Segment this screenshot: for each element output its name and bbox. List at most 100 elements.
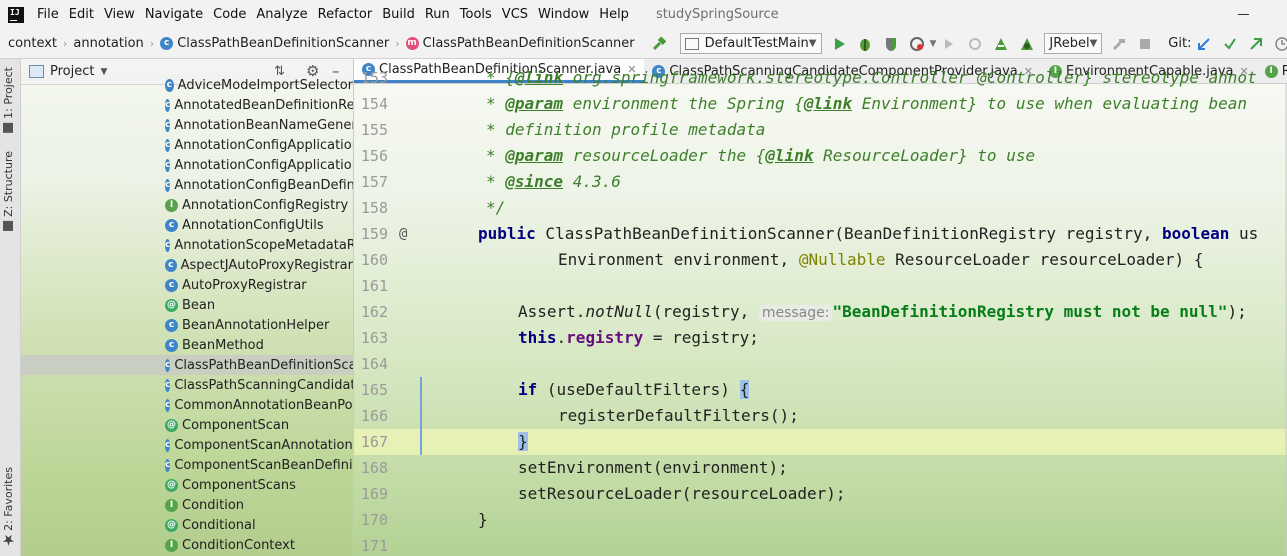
breadcrumb-item[interactable]: c ClassPathBeanDefinitionScanner	[158, 36, 391, 51]
tree-item[interactable]: I AnnotationConfigRegistry	[21, 195, 353, 215]
tool-tab-favorites[interactable]: 2: Favorites	[2, 467, 15, 546]
breadcrumb: context › annotation › c ClassPathBeanDefinit…	[6, 36, 637, 51]
stop-icon[interactable]	[1137, 36, 1153, 52]
tree-item[interactable]: @ ComponentScan	[21, 415, 353, 435]
tree-item[interactable]: c ClassPathScanningCandidateC	[21, 375, 353, 395]
code-token: "BeanDefinitionRegistry must not be null…	[832, 302, 1228, 321]
tree-item-label: AnnotationConfigApplicationC	[174, 137, 353, 153]
code-text: * @param environment the Spring {@link E…	[486, 91, 1247, 117]
class-icon: c	[165, 358, 171, 372]
menu-build[interactable]: Build	[377, 4, 420, 26]
menu-run[interactable]: Run	[420, 4, 455, 26]
tree-item[interactable]: I ConditionContext	[21, 535, 353, 555]
tree-item[interactable]: c AnnotationScopeMetadataRes	[21, 235, 353, 255]
line-number: 168	[360, 459, 388, 477]
menu-code[interactable]: Code	[208, 4, 251, 26]
profile-icon[interactable]	[909, 36, 925, 52]
class-icon: c	[165, 338, 178, 352]
jrebel-label: JRebel	[1049, 36, 1090, 51]
code-line: 156 * @param resourceLoader the {@link Re…	[354, 143, 1287, 169]
menu-refactor[interactable]: Refactor	[313, 4, 378, 26]
jrebel-debug-icon[interactable]	[1019, 36, 1035, 52]
line-number: 161	[360, 277, 388, 295]
line-number: 156	[360, 147, 388, 165]
menu-vcs[interactable]: VCS	[497, 4, 533, 26]
breadcrumb-item[interactable]: context	[6, 36, 59, 51]
code-text: Assert.notNull(registry, message: "BeanDe…	[518, 299, 1247, 326]
breadcrumb-item[interactable]: annotation	[71, 36, 145, 51]
menu-items: File Edit View Navigate Code Analyze Refactor B…	[32, 4, 634, 26]
minimize-button[interactable]	[1222, 0, 1266, 29]
line-number: 171	[360, 537, 388, 555]
build-hammer-icon[interactable]	[651, 35, 667, 52]
code-text: * {@link org.springframework.stereotype.…	[486, 65, 1257, 91]
code-token: {	[505, 68, 515, 87]
build-artifact-icon[interactable]	[1111, 36, 1127, 52]
tool-tab-structure[interactable]: Z: Structure	[2, 151, 15, 231]
tree-item[interactable]: c AutoProxyRegistrar	[21, 275, 353, 295]
tree-item[interactable]: c AspectJAutoProxyRegistrar	[21, 255, 353, 275]
tree-item[interactable]: c CommonAnnotationBeanPostF	[21, 395, 353, 415]
code-token: {	[739, 380, 750, 399]
menu-file[interactable]: File	[32, 4, 64, 26]
class-icon: c	[165, 458, 171, 472]
git-commit-icon[interactable]	[1222, 36, 1238, 52]
run-anything-icon[interactable]	[941, 36, 957, 52]
tree-item[interactable]: c AnnotationConfigBeanDefiniti	[21, 175, 353, 195]
tree-item[interactable]: I Condition	[21, 495, 353, 515]
git-push-icon[interactable]	[1248, 36, 1264, 52]
attach-debugger-icon[interactable]	[967, 36, 983, 52]
code-token: if	[518, 380, 538, 399]
tree-item-label: AspectJAutoProxyRegistrar	[180, 257, 353, 273]
jrebel-select[interactable]: JRebel ▼	[1044, 33, 1103, 54]
menu-view[interactable]: View	[99, 4, 140, 26]
menu-window[interactable]: Window	[533, 4, 594, 26]
jrebel-run-icon[interactable]	[993, 36, 1009, 52]
code-token: *	[486, 68, 506, 87]
git-update-icon[interactable]	[1196, 36, 1212, 52]
run-config-select[interactable]: DefaultTestMain ▼	[679, 33, 822, 54]
menu-help[interactable]: Help	[594, 4, 634, 26]
history-icon[interactable]	[1274, 36, 1287, 52]
tree-item[interactable]: c BeanMethod	[21, 335, 353, 355]
tree-item-label: AnnotatedBeanDefinitionRead	[174, 97, 353, 113]
profile-dropdown-icon[interactable]: ▼	[930, 39, 937, 49]
tree-item[interactable]: c AdviceModeImportSelector	[21, 75, 353, 95]
chevron-down-icon: ▼	[1089, 38, 1098, 49]
code-token: registerDefaultFilters();	[558, 406, 799, 425]
tool-tab-project[interactable]: 1: Project	[2, 67, 15, 133]
menu-analyze[interactable]: Analyze	[251, 4, 312, 26]
tree-item[interactable]: @ Bean	[21, 295, 353, 315]
tree-item[interactable]: c BeanAnnotationHelper	[21, 315, 353, 335]
line-number: 167	[360, 433, 388, 451]
run-icon[interactable]	[831, 36, 847, 52]
class-icon: c	[165, 398, 171, 412]
code-area[interactable]: 153 * {@link org.springframework.stereoty…	[354, 68, 1287, 556]
tree-item-label: AdviceModeImportSelector	[177, 77, 353, 93]
override-marker-icon[interactable]: @	[399, 221, 407, 247]
coverage-icon[interactable]	[883, 36, 899, 52]
line-number: 166	[360, 407, 388, 425]
code-line: 170}	[354, 507, 1287, 533]
tree-item[interactable]: @ ComponentScans	[21, 475, 353, 495]
class-icon: c	[165, 438, 171, 452]
class-icon: c	[165, 258, 177, 272]
debug-icon[interactable]	[857, 36, 873, 52]
tree-item[interactable]: c ComponentScanAnnotationPa	[21, 435, 353, 455]
tree-item[interactable]: c AnnotationConfigApplicationC	[21, 135, 353, 155]
menu-edit[interactable]: Edit	[64, 4, 99, 26]
menu-navigate[interactable]: Navigate	[140, 4, 208, 26]
tree-item[interactable]: c AnnotatedBeanDefinitionRead	[21, 95, 353, 115]
tree-item[interactable]: @ Conditional	[21, 515, 353, 535]
interface-icon: I	[165, 538, 178, 552]
code-token: registry	[566, 328, 644, 347]
tree-item[interactable]: c AnnotationBeanNameGenerat	[21, 115, 353, 135]
code-line: 165 if (useDefaultFilters) {	[354, 377, 1287, 403]
breadcrumb-item[interactable]: m ClassPathBeanDefinitionScanner	[404, 36, 637, 51]
code-token: ResourceLoader} to use	[813, 146, 1036, 165]
tree-item[interactable]: cClassPathBeanDefinitionScann	[21, 355, 353, 375]
tree-item[interactable]: c ComponentScanBeanDefinitio	[21, 455, 353, 475]
tree-item[interactable]: c AnnotationConfigUtils	[21, 215, 353, 235]
tree-item[interactable]: c AnnotationConfigApplicationC	[21, 155, 353, 175]
menu-tools[interactable]: Tools	[455, 4, 497, 26]
